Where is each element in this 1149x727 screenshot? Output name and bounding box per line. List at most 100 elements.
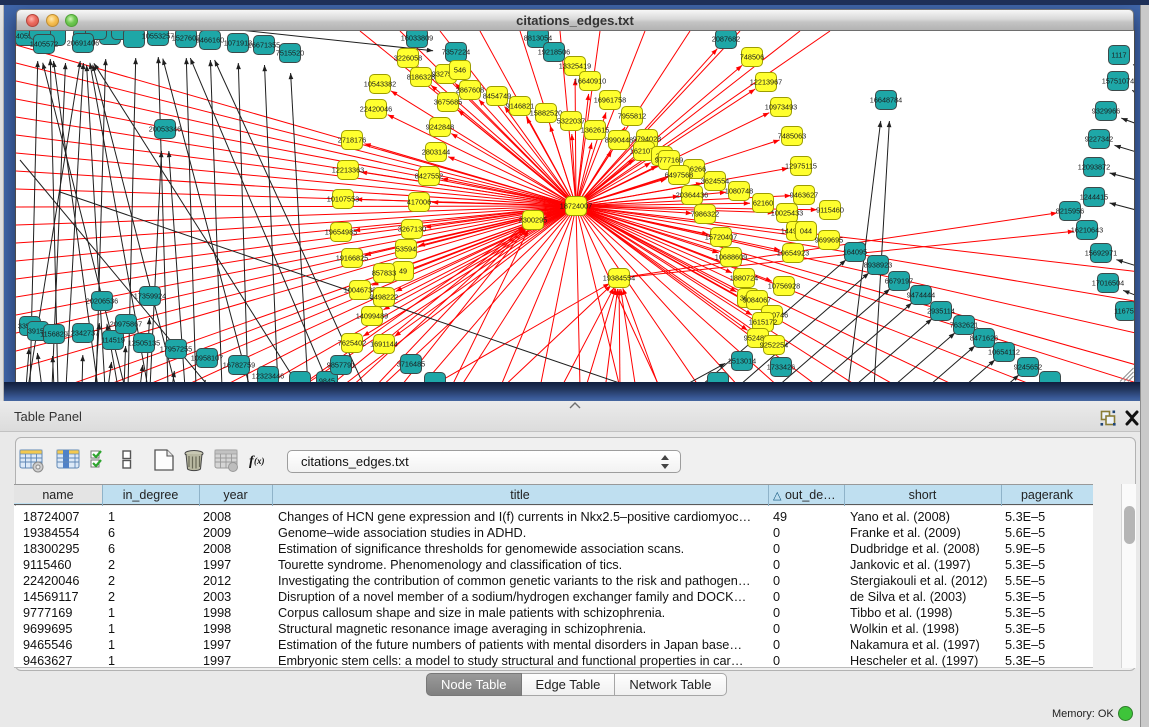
svg-text:114519: 114519 — [101, 336, 125, 345]
svg-text:3498222: 3498222 — [370, 293, 398, 302]
svg-text:9115460: 9115460 — [816, 206, 844, 215]
svg-text:19654923: 19654923 — [777, 249, 809, 258]
svg-text:8990448: 8990448 — [605, 136, 633, 145]
svg-text:7632621: 7632621 — [950, 321, 978, 330]
svg-text:8454749: 8454749 — [483, 92, 511, 101]
svg-text:1080748: 1080748 — [725, 187, 753, 196]
svg-text:3267130: 3267130 — [398, 225, 426, 234]
svg-text:417006: 417006 — [407, 198, 431, 207]
svg-text:1615172: 1615172 — [749, 318, 777, 327]
svg-text:1156829: 1156829 — [40, 330, 68, 339]
svg-text:49: 49 — [399, 267, 407, 276]
svg-text:10543382: 10543382 — [364, 80, 396, 89]
svg-text:9245652: 9245652 — [1014, 363, 1042, 372]
svg-text:8215956: 8215956 — [1056, 207, 1084, 216]
svg-text:3675685: 3675685 — [434, 98, 462, 107]
svg-text:16648784: 16648784 — [870, 96, 902, 105]
svg-text:6679197: 6679197 — [885, 277, 913, 286]
svg-text:20364436: 20364436 — [676, 191, 708, 200]
svg-text:17016504: 17016504 — [1092, 279, 1124, 288]
svg-text:116753: 116753 — [1114, 307, 1134, 316]
svg-text:(x): (x) — [254, 456, 265, 466]
svg-text:3716485: 3716485 — [397, 360, 425, 369]
svg-text:20053346: 20053346 — [149, 125, 181, 134]
svg-text:9857791: 9857791 — [327, 361, 355, 370]
svg-text:7955812: 7955812 — [618, 112, 646, 121]
svg-text:7357224: 7357224 — [442, 48, 470, 57]
svg-text:10756928: 10756928 — [768, 282, 800, 291]
svg-text:9699695: 9699695 — [815, 236, 843, 245]
svg-text:16210643: 16210643 — [1071, 226, 1103, 235]
svg-text:2087682: 2087682 — [712, 35, 740, 44]
svg-text:12505135: 12505135 — [128, 339, 160, 348]
svg-text:19218506: 19218506 — [538, 48, 570, 57]
svg-text:14099489: 14099489 — [356, 312, 388, 321]
svg-text:8427552: 8427552 — [415, 172, 443, 181]
svg-text:9084067: 9084067 — [743, 296, 771, 305]
svg-text:9252254: 9252254 — [760, 341, 788, 350]
svg-text:2718176: 2718176 — [338, 136, 366, 145]
svg-text:16033809: 16033809 — [401, 34, 433, 43]
svg-text:1733426: 1733426 — [767, 363, 795, 372]
svg-text:53594: 53594 — [396, 245, 416, 254]
svg-text:1244415: 1244415 — [1080, 193, 1108, 202]
svg-text:5322037: 5322037 — [557, 117, 585, 126]
svg-text:9474444: 9474444 — [907, 291, 935, 300]
svg-text:20975867: 20975867 — [110, 320, 142, 329]
svg-text:2803144: 2803144 — [422, 148, 450, 157]
svg-text:12213967: 12213967 — [750, 78, 782, 87]
svg-text:9777169: 9777169 — [655, 156, 683, 165]
svg-text:9227342: 9227342 — [1085, 135, 1113, 144]
svg-text:7485063: 7485063 — [778, 132, 806, 141]
svg-text:12323446: 12323446 — [252, 372, 284, 381]
svg-text:10025433: 10025433 — [771, 209, 803, 218]
svg-text:12213363: 12213363 — [332, 166, 364, 175]
svg-text:10973493: 10973493 — [765, 103, 797, 112]
svg-text:19166825: 19166825 — [336, 254, 368, 263]
svg-text:1117: 1117 — [1111, 51, 1126, 60]
svg-text:16782759: 16782759 — [223, 361, 255, 370]
svg-text:2935114: 2935114 — [927, 307, 955, 316]
svg-text:15720407: 15720407 — [705, 233, 737, 242]
svg-text:857833: 857833 — [372, 269, 396, 278]
svg-text:1691144: 1691144 — [370, 340, 398, 349]
svg-text:1405572: 1405572 — [30, 40, 58, 49]
svg-text:9329966: 9329966 — [1092, 107, 1120, 116]
svg-text:20691406: 20691406 — [67, 39, 99, 48]
svg-text:8471626: 8471626 — [970, 334, 998, 343]
svg-text:62160: 62160 — [753, 199, 773, 208]
svg-text:546: 546 — [454, 66, 466, 75]
svg-text:6466160: 6466160 — [196, 36, 224, 45]
svg-text:17957255: 17957255 — [160, 345, 192, 354]
svg-text:7515520: 7515520 — [276, 49, 304, 58]
svg-text:8813054: 8813054 — [524, 34, 552, 43]
svg-text:10958107: 10958107 — [191, 354, 223, 363]
svg-text:12342737: 12342737 — [67, 329, 99, 338]
svg-text:3624554: 3624554 — [701, 177, 729, 186]
svg-text:15692971: 15692971 — [1085, 249, 1117, 258]
svg-text:164095: 164095 — [843, 248, 867, 257]
svg-text:10688609: 10688609 — [715, 253, 747, 262]
svg-text:19654985: 19654985 — [325, 228, 357, 237]
svg-text:10654112: 10654112 — [988, 348, 1020, 357]
svg-text:2300295: 2300295 — [519, 216, 547, 225]
svg-text:9463627: 9463627 — [790, 191, 818, 200]
svg-text:1513014: 1513014 — [728, 357, 756, 366]
svg-text:1880724: 1880724 — [730, 274, 758, 283]
svg-text:044: 044 — [800, 227, 812, 236]
svg-text:20206536: 20206536 — [86, 297, 118, 306]
svg-text:19384554: 19384554 — [603, 274, 635, 283]
svg-text:16961758: 16961758 — [594, 96, 626, 105]
svg-text:748506: 748506 — [740, 53, 764, 62]
svg-text:12975115: 12975115 — [785, 162, 817, 171]
svg-text:22420046: 22420046 — [360, 105, 392, 114]
svg-text:1362615: 1362615 — [581, 126, 609, 135]
svg-text:6497568: 6497568 — [665, 171, 693, 180]
svg-text:12093872: 12093872 — [1078, 163, 1110, 172]
svg-text:10553257: 10553257 — [142, 32, 174, 41]
svg-text:7625402: 7625402 — [338, 339, 366, 348]
svg-text:3226058: 3226058 — [394, 54, 422, 63]
svg-text:18724007: 18724007 — [560, 202, 592, 211]
svg-text:16640910: 16640910 — [574, 77, 606, 86]
svg-text:15751074: 15751074 — [1102, 77, 1134, 86]
